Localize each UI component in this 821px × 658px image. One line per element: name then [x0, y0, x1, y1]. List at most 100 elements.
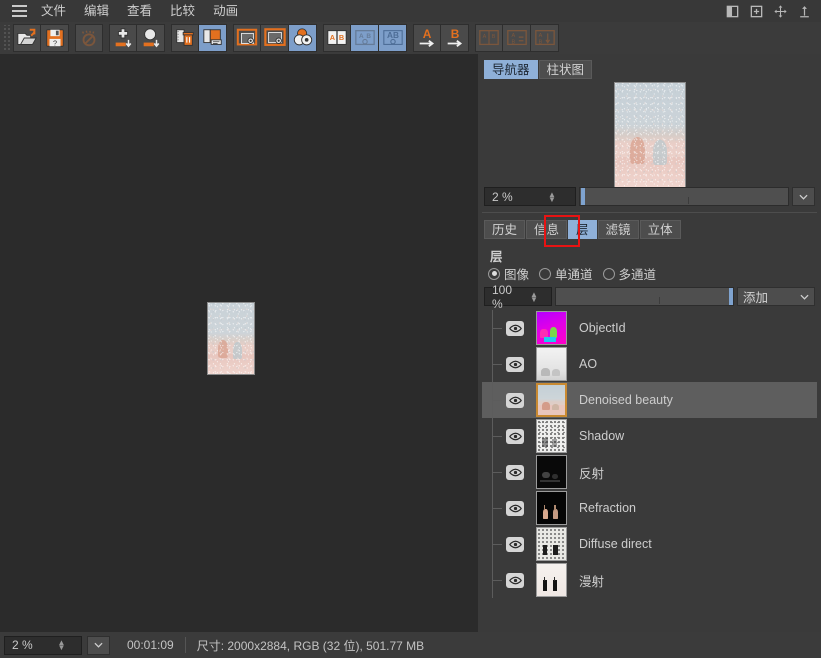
radio-multi-channel[interactable]: 多通道: [602, 264, 656, 283]
menu-file[interactable]: 文件: [32, 0, 75, 22]
layer-visibility-toggle[interactable]: [506, 464, 524, 480]
no-render-button[interactable]: [75, 24, 103, 52]
layer-thumbnail[interactable]: [536, 419, 567, 453]
set-b-button[interactable]: B: [441, 24, 469, 52]
move-pan-icon[interactable]: [773, 4, 788, 19]
spinner-arrows-icon[interactable]: ▲ ▼: [45, 639, 78, 652]
menu-edit[interactable]: 编辑: [75, 0, 118, 22]
spinner-arrows-icon[interactable]: ▲ ▼: [532, 190, 572, 203]
layer-thumbnail[interactable]: [536, 491, 567, 525]
circle-down-button[interactable]: [137, 24, 165, 52]
menu-compare[interactable]: 比较: [161, 0, 204, 22]
navigator-thumbnail[interactable]: [613, 81, 686, 188]
blend-mode-dropdown[interactable]: 添加: [737, 287, 815, 306]
radio-single-channel-label: 单通道: [555, 268, 593, 282]
set-a-button[interactable]: A: [413, 24, 441, 52]
ab-view-b-button[interactable]: AB: [379, 24, 407, 52]
layer-thumbnail[interactable]: [536, 527, 567, 561]
tab-filters[interactable]: 滤镜: [597, 220, 639, 239]
layout-ab-diff-icon: A B: [506, 30, 527, 46]
table-row[interactable]: Shadow: [482, 418, 817, 454]
view-single-button[interactable]: [233, 24, 261, 52]
tab-history[interactable]: 历史: [484, 220, 526, 239]
floppy-save-icon: ?: [45, 29, 64, 47]
opacity-value: 100 %: [492, 282, 513, 311]
open-file-button[interactable]: [13, 24, 41, 52]
circle-down-icon: [143, 28, 159, 48]
layer-visibility-toggle[interactable]: [506, 356, 524, 372]
layer-thumbnail[interactable]: [536, 563, 567, 597]
layer-name: 反射: [579, 466, 605, 481]
radio-single-channel[interactable]: 单通道: [539, 264, 593, 283]
tree-connector: [492, 454, 506, 490]
canvas-image-preview[interactable]: [207, 302, 255, 375]
hamburger-menu-icon[interactable]: [6, 0, 32, 22]
opacity-slider[interactable]: [555, 287, 734, 306]
menu-animate[interactable]: 动画: [204, 0, 247, 22]
ab-view-a-icon: A B: [354, 30, 375, 46]
tab-navigator[interactable]: 导航器: [484, 60, 538, 79]
layer-visibility-toggle[interactable]: [506, 536, 524, 552]
navigator-zoom-input[interactable]: 2 % ▲ ▼: [484, 187, 576, 206]
layer-visibility-toggle[interactable]: [506, 320, 524, 336]
toolbar-drag-handle[interactable]: [2, 25, 11, 51]
status-zoom-input[interactable]: 2 % ▲ ▼: [4, 635, 82, 655]
svg-text:A: A: [511, 33, 515, 39]
eye-icon: [508, 540, 522, 548]
tab-layers[interactable]: 层: [568, 220, 597, 239]
folder-open-icon: [17, 28, 37, 45]
split-panel-icon[interactable]: [725, 4, 740, 19]
move-down-button[interactable]: [109, 24, 137, 52]
layer-visibility-toggle[interactable]: [506, 428, 524, 444]
navigator-tabstrip: 导航器 柱状图: [478, 54, 821, 79]
layer-visibility-toggle[interactable]: [506, 500, 524, 516]
table-row[interactable]: ObjectId: [482, 310, 817, 346]
save-file-button[interactable]: ?: [41, 24, 69, 52]
ab-split-icon: A B: [327, 30, 347, 45]
layer-visibility-toggle[interactable]: [506, 392, 524, 408]
navigator-zoom-slider[interactable]: [579, 187, 789, 206]
table-row[interactable]: 漫射: [482, 562, 817, 598]
eye-icon: [508, 396, 522, 404]
layer-thumbnail[interactable]: [536, 455, 567, 489]
copy-layer-button[interactable]: [199, 24, 227, 52]
layer-thumbnail[interactable]: [536, 347, 567, 381]
opacity-input[interactable]: 100 % ▲ ▼: [484, 283, 552, 311]
table-row[interactable]: AO: [482, 346, 817, 382]
tab-histogram[interactable]: 柱状图: [538, 60, 593, 79]
layer-visibility-toggle[interactable]: [506, 572, 524, 588]
table-row[interactable]: 反射: [482, 454, 817, 490]
delete-layer-button[interactable]: [171, 24, 199, 52]
table-row[interactable]: Refraction: [482, 490, 817, 526]
ab-view-a-button[interactable]: A B: [351, 24, 379, 52]
menu-view[interactable]: 查看: [118, 0, 161, 22]
right-dock: 导航器 柱状图 2 % ▲ ▼ 历史 信息 层 滤镜 立体 层 图像 单通道 多…: [478, 54, 821, 632]
layer-list[interactable]: ObjectId AO Denoised beauty Shadow 反射 Re…: [482, 310, 817, 628]
tree-connector: [492, 490, 506, 526]
layer-thumbnail[interactable]: [536, 383, 567, 417]
radio-image[interactable]: 图像: [488, 264, 529, 283]
slider-tick: [688, 197, 690, 204]
tab-info[interactable]: 信息: [526, 220, 568, 239]
view-compare-button[interactable]: [289, 24, 317, 52]
view-fit-button[interactable]: [261, 24, 289, 52]
layer-thumbnail[interactable]: [536, 311, 567, 345]
tab-stereo[interactable]: 立体: [639, 220, 681, 239]
status-zoom-dropdown[interactable]: [87, 635, 110, 655]
layout-stack-button[interactable]: A B: [531, 24, 559, 52]
navigator-preview-area[interactable]: [478, 81, 821, 188]
navigator-zoom-dropdown[interactable]: [792, 187, 815, 206]
chevron-down-icon: [800, 294, 809, 300]
slider-handle[interactable]: [581, 188, 585, 205]
image-canvas[interactable]: [0, 54, 478, 632]
ab-split-button[interactable]: A B: [323, 24, 351, 52]
layout-difference-button[interactable]: A B: [503, 24, 531, 52]
slider-handle[interactable]: [729, 288, 733, 305]
table-row[interactable]: Diffuse direct: [482, 526, 817, 562]
anchor-up-icon[interactable]: [797, 4, 812, 19]
add-panel-icon[interactable]: [749, 4, 764, 19]
svg-text:A: A: [330, 33, 336, 42]
layout-side-by-side-button[interactable]: A B: [475, 24, 503, 52]
spinner-arrows-icon[interactable]: ▲ ▼: [520, 290, 548, 303]
table-row[interactable]: Denoised beauty: [482, 382, 817, 418]
